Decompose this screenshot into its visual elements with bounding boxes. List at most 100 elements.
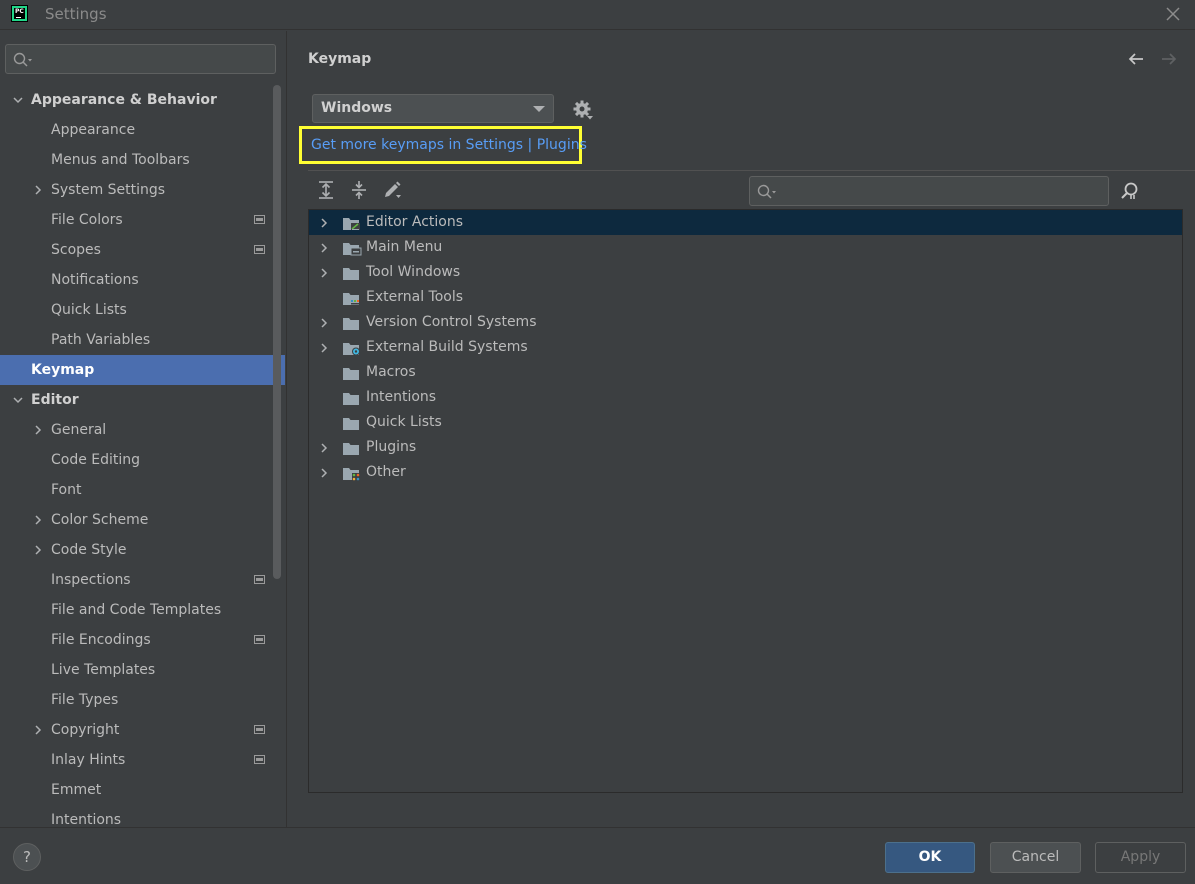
- chevron-right-icon[interactable]: [32, 424, 44, 436]
- apply-button-label: Apply: [1120, 849, 1161, 865]
- chevron-right-icon[interactable]: [32, 724, 44, 736]
- sidebar-item-label: Color Scheme: [51, 512, 149, 528]
- action-external-build-systems[interactable]: External Build Systems: [309, 335, 1182, 360]
- action-label: Macros: [366, 364, 416, 380]
- chevron-right-icon[interactable]: [318, 242, 330, 254]
- editor-folder-icon: [343, 218, 360, 230]
- action-label: Editor Actions: [366, 214, 464, 230]
- sidebar-item-path-variables[interactable]: Path Variables: [0, 325, 285, 355]
- chevron-right-icon[interactable]: [318, 442, 330, 454]
- chevron-right-icon[interactable]: [318, 217, 330, 229]
- action-label: Tool Windows: [366, 264, 461, 280]
- chevron-right-icon[interactable]: [318, 467, 330, 479]
- action-label: Main Menu: [366, 239, 443, 255]
- chevron-down-icon[interactable]: [12, 394, 24, 406]
- sidebar-item-label: Live Templates: [51, 662, 156, 678]
- page-title: Keymap: [308, 51, 372, 67]
- folder-icon: [343, 268, 359, 280]
- chevron-right-icon[interactable]: [32, 514, 44, 526]
- get-more-keymaps-link[interactable]: Get more keymaps in Settings | Plugins: [311, 137, 587, 153]
- help-button[interactable]: ?: [13, 843, 41, 871]
- sidebar-item-appearance[interactable]: Appearance: [0, 115, 285, 145]
- folder-icon: [343, 443, 359, 455]
- sidebar-search-input[interactable]: [5, 44, 276, 74]
- action-macros[interactable]: Macros: [309, 360, 1182, 385]
- action-label: External Build Systems: [366, 339, 528, 355]
- sidebar-item-file-colors[interactable]: File Colors: [0, 205, 285, 235]
- keymap-panel: Keymap Windows Get more keymaps in Setti…: [288, 31, 1195, 827]
- chevron-down-icon[interactable]: [12, 94, 24, 106]
- edit-shortcut-icon[interactable]: [382, 180, 402, 200]
- keymap-select[interactable]: Windows: [312, 94, 554, 123]
- sidebar-item-copyright[interactable]: Copyright: [0, 715, 285, 745]
- sidebar-item-notifications[interactable]: Notifications: [0, 265, 285, 295]
- action-other[interactable]: Other: [309, 460, 1182, 485]
- folder-icon: [343, 318, 359, 330]
- find-by-shortcut-icon[interactable]: [1120, 181, 1140, 201]
- chevron-right-icon[interactable]: [318, 342, 330, 354]
- chevron-right-icon[interactable]: [32, 544, 44, 556]
- sidebar-item-label: Path Variables: [51, 332, 151, 348]
- sidebar-item-label: Copyright: [51, 722, 120, 738]
- sidebar-item-file-code-templates[interactable]: File and Code Templates: [0, 595, 285, 625]
- action-plugins[interactable]: Plugins: [309, 435, 1182, 460]
- action-external-tools[interactable]: External Tools: [309, 285, 1182, 310]
- chevron-down-icon: [533, 106, 545, 112]
- sidebar-item-keymap[interactable]: Keymap: [0, 355, 285, 385]
- settings-sidebar: Appearance & Behavior Appearance Menus and…: [0, 31, 287, 827]
- ok-button[interactable]: OK: [885, 842, 975, 873]
- sidebar-item-live-templates[interactable]: Live Templates: [0, 655, 285, 685]
- action-editor-actions[interactable]: Editor Actions: [309, 210, 1182, 235]
- sidebar-item-code-style[interactable]: Code Style: [0, 535, 285, 565]
- project-level-icon: [254, 245, 265, 254]
- sidebar-item-font[interactable]: Font: [0, 475, 285, 505]
- sidebar-item-label: Notifications: [51, 272, 139, 288]
- menu-folder-icon: [343, 243, 362, 256]
- sidebar-item-system-settings[interactable]: System Settings: [0, 175, 285, 205]
- sidebar-item-editor[interactable]: Editor: [0, 385, 285, 415]
- chevron-right-icon[interactable]: [32, 184, 44, 196]
- cancel-button[interactable]: Cancel: [990, 842, 1081, 873]
- collapse-all-icon[interactable]: [349, 180, 369, 200]
- sidebar-item-intentions[interactable]: Intentions: [0, 805, 285, 827]
- search-icon: [13, 52, 32, 67]
- window-title: Settings: [45, 5, 107, 23]
- action-quick-lists[interactable]: Quick Lists: [309, 410, 1182, 435]
- chevron-right-icon[interactable]: [318, 267, 330, 279]
- sidebar-item-label: Code Editing: [51, 452, 141, 468]
- expand-all-icon[interactable]: [316, 180, 336, 200]
- apply-button[interactable]: Apply: [1095, 842, 1186, 873]
- sidebar-item-appearance-behavior[interactable]: Appearance & Behavior: [0, 85, 285, 115]
- other-folder-icon: [343, 468, 361, 481]
- sidebar-item-code-editing[interactable]: Code Editing: [0, 445, 285, 475]
- folder-icon: [343, 393, 359, 405]
- sidebar-item-file-encodings[interactable]: File Encodings: [0, 625, 285, 655]
- sidebar-item-inlay-hints[interactable]: Inlay Hints: [0, 745, 285, 775]
- sidebar-item-inspections[interactable]: Inspections: [0, 565, 285, 595]
- sidebar-item-quick-lists[interactable]: Quick Lists: [0, 295, 285, 325]
- forward-arrow-icon[interactable]: [1160, 51, 1178, 67]
- actions-search-input[interactable]: [749, 176, 1109, 206]
- sidebar-item-scopes[interactable]: Scopes: [0, 235, 285, 265]
- sidebar-scrollbar[interactable]: [273, 85, 281, 579]
- sidebar-item-general[interactable]: General: [0, 415, 285, 445]
- project-level-icon: [254, 575, 265, 584]
- folder-icon: [343, 368, 359, 380]
- back-arrow-icon[interactable]: [1127, 51, 1145, 67]
- gear-icon[interactable]: [572, 99, 594, 121]
- sidebar-item-file-types[interactable]: File Types: [0, 685, 285, 715]
- tools-folder-icon: [343, 293, 359, 305]
- action-main-menu[interactable]: Main Menu: [309, 235, 1182, 260]
- project-level-icon: [254, 635, 265, 644]
- sidebar-item-label: File Colors: [51, 212, 123, 228]
- close-icon[interactable]: [1163, 4, 1183, 24]
- sidebar-item-emmet[interactable]: Emmet: [0, 775, 285, 805]
- settings-tree: Appearance & Behavior Appearance Menus and…: [0, 85, 285, 827]
- action-label: Plugins: [366, 439, 417, 455]
- sidebar-item-color-scheme[interactable]: Color Scheme: [0, 505, 285, 535]
- chevron-right-icon[interactable]: [318, 317, 330, 329]
- action-tool-windows[interactable]: Tool Windows: [309, 260, 1182, 285]
- action-intentions[interactable]: Intentions: [309, 385, 1182, 410]
- sidebar-item-menus-toolbars[interactable]: Menus and Toolbars: [0, 145, 285, 175]
- action-version-control-systems[interactable]: Version Control Systems: [309, 310, 1182, 335]
